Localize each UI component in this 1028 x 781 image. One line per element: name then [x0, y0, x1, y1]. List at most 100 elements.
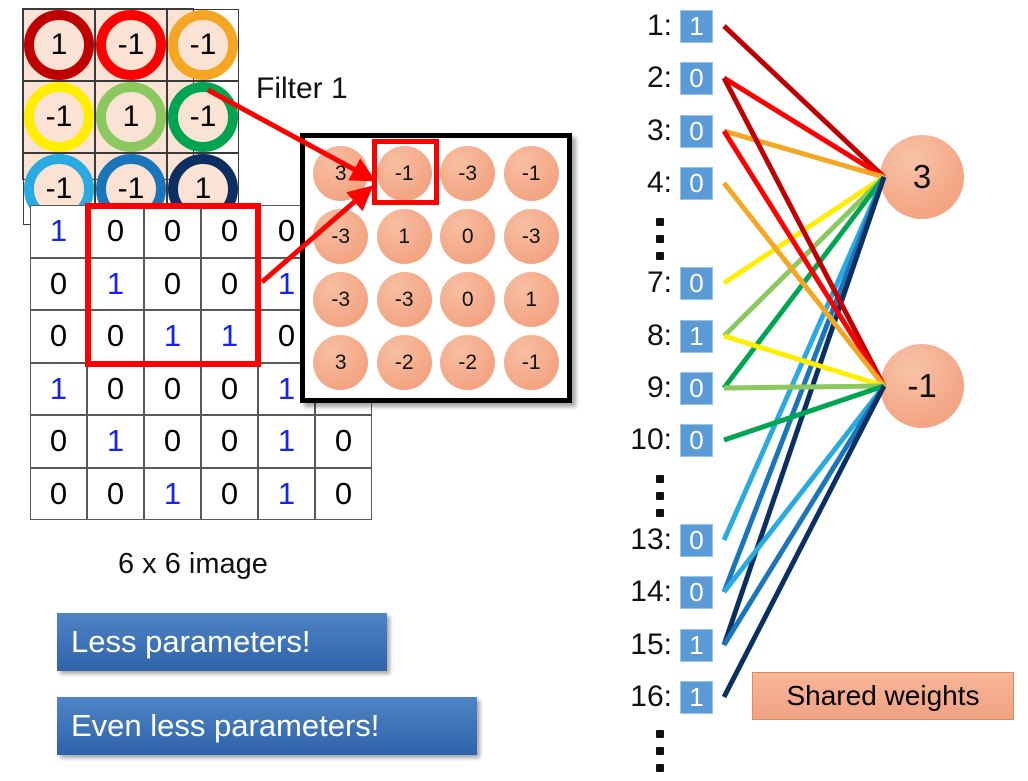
neuron-value-box[interactable]: 0	[680, 423, 713, 457]
slide-canvas: 1 -1 -1 -1 1 -1 -1 -1 1 Filter 1 1 0 0 0…	[0, 0, 1028, 772]
vertical-ellipsis-icon	[656, 218, 664, 269]
neuron-value-box[interactable]: 0	[680, 166, 713, 200]
neuron-value-box[interactable]: 1	[680, 680, 713, 714]
feature-map-cell: -1	[500, 142, 564, 205]
image-cell-r1c3: 0	[144, 205, 201, 258]
image-cell-r4c2: 0	[87, 362, 144, 415]
image-cell-r1c4: 0	[201, 205, 258, 258]
feature-map-value-r3c3: 0	[440, 272, 496, 327]
image-cell-r2c4: 0	[201, 257, 258, 310]
weight-connection	[722, 24, 886, 179]
neuron-index: 16:	[630, 680, 672, 713]
feature-map-cell: 1	[373, 205, 437, 268]
image-cell-r5c1: 0	[30, 415, 87, 468]
neuron-index: 10:	[630, 423, 672, 456]
feature-map-value-r1c3: -3	[440, 146, 496, 201]
weight-lines	[721, 24, 887, 699]
filter-value-r3c1: -1	[45, 172, 73, 205]
neuron-index: 9:	[646, 371, 672, 404]
image-cell-r6c4: 0	[201, 467, 258, 520]
neuron-index: 1:	[646, 9, 672, 42]
filter-cell: -1	[167, 81, 239, 153]
vertical-ellipsis-icon	[656, 475, 664, 526]
feature-map-cell: -2	[436, 331, 500, 394]
neuron-index: 14:	[630, 575, 672, 608]
feature-map-value-r2c2: 1	[376, 209, 432, 264]
image-cell-r4c4: 0	[201, 362, 258, 415]
image-cell-r5c2: 1	[87, 415, 144, 468]
feature-map-value-r2c1: -3	[313, 209, 369, 264]
output-neuron-bottom: -1	[880, 344, 964, 428]
feature-map-cell: -2	[373, 331, 437, 394]
feature-map-value-r3c2: -3	[376, 272, 432, 327]
image-cell-r6c1: 0	[30, 467, 87, 520]
image-caption: 6 x 6 image	[118, 548, 268, 580]
feature-map-value-r4c3: -2	[440, 335, 496, 390]
neuron-index: 8:	[646, 319, 672, 352]
neuron-value-box[interactable]: 0	[680, 266, 713, 300]
neuron-value-box[interactable]: 0	[680, 371, 713, 405]
filter-value-r1c1: 1	[50, 28, 68, 61]
weight-connection	[721, 129, 887, 388]
neuron-value-box[interactable]: 0	[680, 523, 713, 557]
neuron-value-box[interactable]: 0	[680, 61, 713, 95]
feature-map-cell: 0	[436, 205, 500, 268]
neuron-value-box[interactable]: 1	[680, 319, 713, 353]
neuron-value-box[interactable]: 0	[680, 575, 713, 609]
neuron-row: 9: 0	[624, 370, 713, 406]
neuron-index: 4:	[646, 166, 672, 199]
neuron-row: 2: 0	[624, 60, 713, 96]
image-cell-r3c2: 0	[87, 310, 144, 363]
weight-connection	[723, 383, 885, 391]
neuron-row: 15: 1	[624, 627, 713, 663]
feature-map-cell: -3	[309, 205, 373, 268]
filter-value-r3c3: 1	[194, 172, 212, 205]
neuron-value-box[interactable]: 1	[680, 628, 713, 662]
feature-map-cell: 0	[436, 268, 500, 331]
image-cell-r2c1: 0	[30, 257, 87, 310]
feature-map-value-r1c4: -1	[503, 146, 559, 201]
feature-map-value-r3c1: -3	[313, 272, 369, 327]
neuron-index: 13:	[630, 523, 672, 556]
feature-map-cell: -1	[500, 331, 564, 394]
image-cell-r5c5: 1	[258, 415, 315, 468]
feature-map-cell: 3	[309, 331, 373, 394]
weight-connection	[721, 176, 887, 593]
neuron-row: 3: 0	[624, 113, 713, 149]
image-cell-r5c6: 0	[315, 415, 372, 468]
feature-map-cell: 3	[309, 142, 373, 205]
filter-cell: -1	[23, 81, 95, 153]
neuron-value-box[interactable]: 1	[680, 9, 713, 43]
output-neuron-top: 3	[880, 135, 964, 219]
filter-value-r1c2: -1	[117, 28, 145, 61]
neuron-row: 10: 0	[624, 422, 713, 458]
filter-value-r3c2: -1	[117, 172, 145, 205]
filter-ring-r1c2: -1	[96, 10, 166, 80]
neuron-list: 1: 1 2: 0 3: 0 4: 0 7: 0 8: 1 9: 0 10: 0 13: 0 14: 0 15: 1 16:…	[624, 0, 734, 772]
neuron-row: 7: 0	[624, 265, 713, 301]
neuron-value-box[interactable]: 0	[680, 114, 713, 148]
feature-map-value-r3c4: 1	[503, 272, 559, 327]
weight-connection	[721, 384, 887, 647]
shared-weights-badge: Shared weights	[752, 672, 1014, 720]
feature-map-cell: -3	[309, 268, 373, 331]
filter-value-r2c3: -1	[189, 100, 217, 133]
feature-map-cell: -3	[373, 268, 437, 331]
feature-map-value-r4c1: 3	[313, 335, 369, 390]
neuron-index: 15:	[630, 628, 672, 661]
image-cell-r4c3: 0	[144, 362, 201, 415]
weight-connection	[723, 128, 885, 180]
image-cell-r2c2: 1	[87, 257, 144, 310]
filter-value-r1c3: -1	[189, 28, 217, 61]
callout-even-less-parameters: Even less parameters!	[57, 697, 477, 755]
weight-connection	[723, 333, 885, 389]
neuron-row: 4: 0	[624, 165, 713, 201]
filter-ring-r2c2: 1	[96, 82, 166, 152]
weight-connection	[721, 76, 887, 388]
neuron-row: 8: 1	[624, 318, 713, 354]
weight-connection	[722, 175, 886, 338]
feature-map-value-r2c3: 0	[440, 209, 496, 264]
weight-connection	[722, 181, 886, 388]
image-cell-r6c2: 0	[87, 467, 144, 520]
weight-connection	[722, 75, 886, 180]
